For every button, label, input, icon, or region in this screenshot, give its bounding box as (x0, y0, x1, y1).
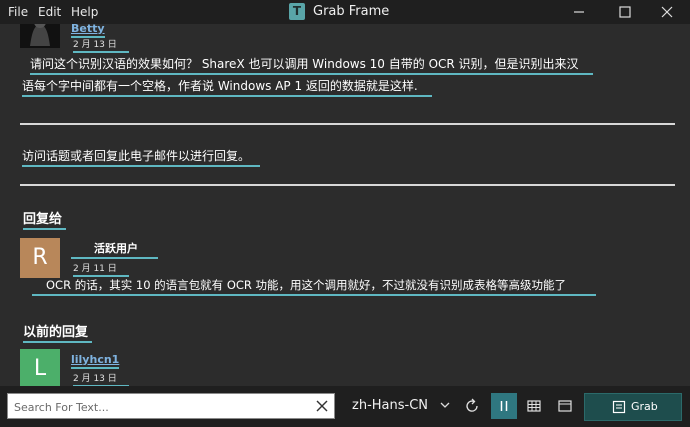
pause-icon (500, 401, 508, 411)
minimize-button[interactable] (556, 0, 602, 24)
search-input[interactable] (12, 397, 306, 417)
post-date: 2 月 13 日 (73, 37, 129, 53)
avatar-l: L (20, 349, 60, 386)
previous-date: 2 月 13 日 (73, 371, 129, 386)
menu-file[interactable]: File (8, 5, 28, 19)
maximize-button[interactable] (602, 0, 648, 24)
visit-topic-text: 访问话题或者回复此电子邮件以进行回复。 (22, 147, 261, 167)
menu-help[interactable]: Help (71, 5, 98, 19)
grab-button-label: Grab (631, 400, 658, 413)
reply-to-heading: 回复给 (23, 208, 67, 230)
avatar-betty (20, 24, 60, 48)
table-button[interactable] (521, 393, 547, 419)
window-icon (558, 400, 572, 412)
divider (20, 184, 675, 186)
divider (20, 123, 675, 125)
table-icon (527, 400, 541, 412)
avatar-r: R (20, 238, 60, 278)
window-title: Grab Frame (313, 4, 390, 19)
language-select[interactable]: zh-Hans-CN (352, 398, 428, 413)
frame-button[interactable] (552, 393, 578, 419)
refresh-icon (466, 398, 478, 412)
grab-icon (612, 400, 626, 414)
previous-replies-heading: 以前的回复 (23, 321, 93, 343)
frame-content: Betty 2 月 13 日 请问这个识别汉语的效果如何？ ShareX 也可以… (0, 24, 690, 386)
grab-button[interactable]: Grab (584, 393, 682, 421)
refresh-button[interactable] (459, 393, 485, 419)
title-bar: File Edit Help T Grab Frame (0, 0, 690, 24)
pause-button[interactable] (491, 393, 517, 419)
post-username[interactable]: Betty (71, 24, 105, 38)
reply-body: OCR 的话，其实 10 的语言包就有 OCR 功能，用这个调用就好，不过就没有… (32, 277, 597, 296)
post-body-line-1: 请问这个识别汉语的效果如何？ ShareX 也可以调用 Windows 10 自… (30, 55, 593, 75)
menu-edit[interactable]: Edit (38, 5, 61, 19)
close-icon (661, 6, 673, 18)
maximize-icon (619, 6, 631, 18)
close-icon (316, 400, 328, 412)
clear-search-button[interactable] (314, 398, 330, 414)
cat-silhouette-icon (30, 24, 50, 46)
close-button[interactable] (644, 0, 690, 24)
minimize-icon (574, 11, 584, 13)
previous-username[interactable]: lilyhcn1 (71, 353, 120, 369)
search-box (7, 393, 335, 419)
reply-date: 2 月 11 日 (73, 261, 129, 277)
chevron-down-icon[interactable] (440, 402, 450, 410)
reply-username[interactable]: 活跃用户 (71, 240, 158, 259)
bottom-toolbar: zh-Hans-CN Grab (0, 386, 690, 427)
app-icon: T (289, 3, 305, 20)
post-body-line-2: 语每个字中间都有一个空格，作者说 Windows AP 1 返回的数据就是这样. (22, 77, 432, 97)
